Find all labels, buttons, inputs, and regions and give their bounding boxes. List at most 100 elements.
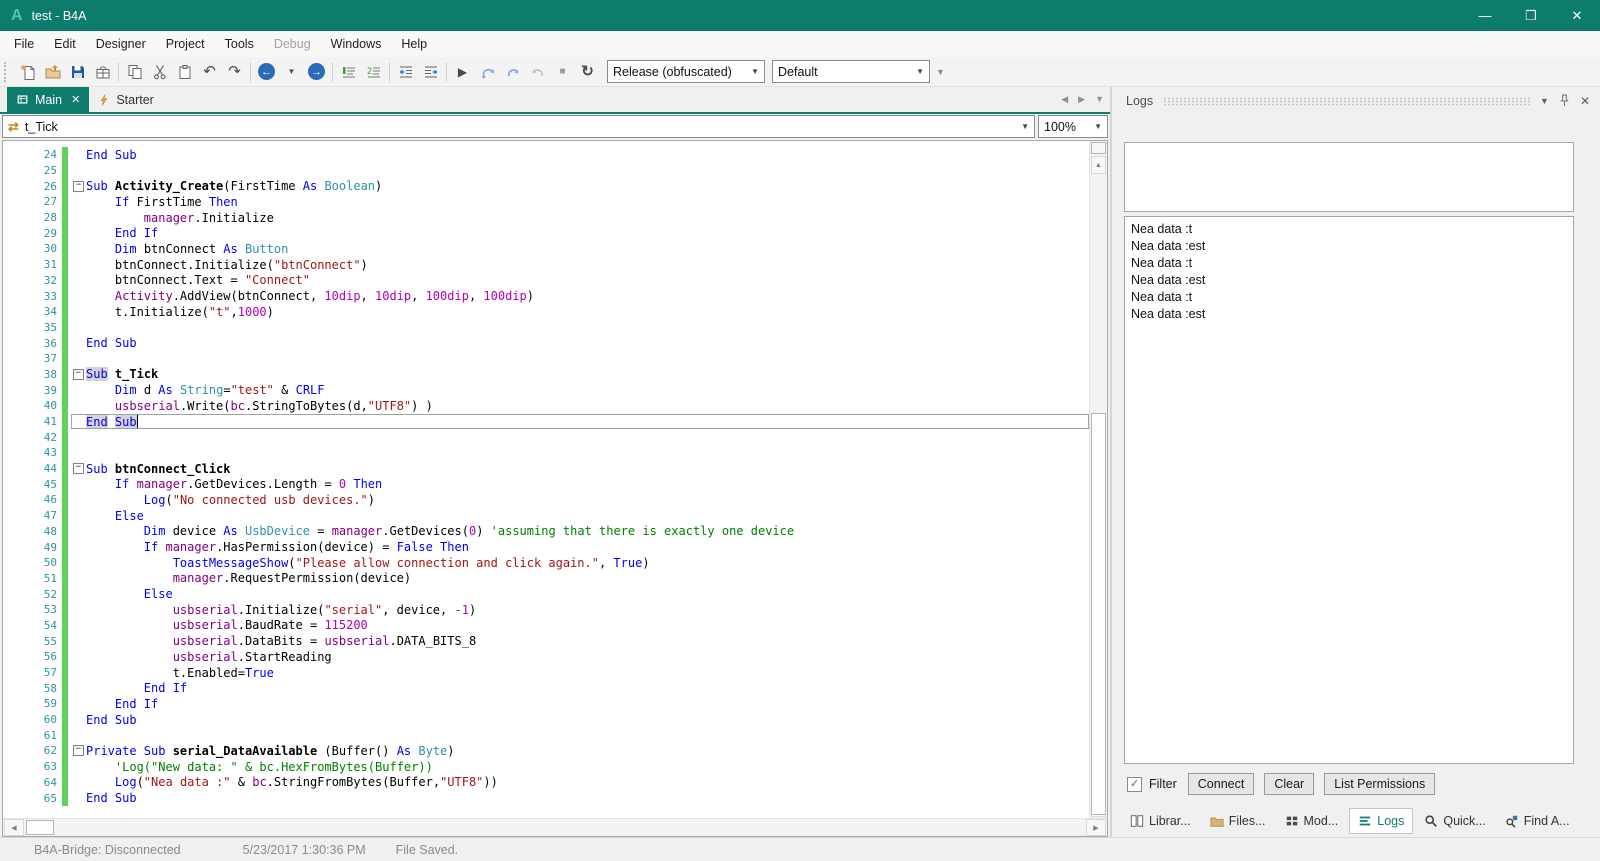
code-line[interactable]: 24End Sub <box>3 147 1089 163</box>
scroll-right-icon[interactable]: ▶ <box>1086 819 1106 836</box>
zoom-combo[interactable]: 100% ▼ <box>1038 115 1108 138</box>
cut-icon[interactable] <box>147 60 172 84</box>
tab-list-icon[interactable]: ▼ <box>1095 94 1104 105</box>
clear-button[interactable]: Clear <box>1264 773 1314 795</box>
indent-icon[interactable] <box>418 60 443 84</box>
code-line[interactable]: 26−Sub Activity_Create(FirstTime As Bool… <box>3 178 1089 194</box>
code-line[interactable]: 55 usbserial.DataBits = usbserial.DATA_B… <box>3 633 1089 649</box>
code-line[interactable]: 46 Log("No connected usb devices.") <box>3 492 1089 508</box>
code-line[interactable]: 25 <box>3 163 1089 179</box>
editor-vertical-scrollbar[interactable]: ▲ ▼ <box>1089 141 1107 818</box>
fold-collapse-icon[interactable]: − <box>73 181 84 192</box>
close-button[interactable]: ✕ <box>1554 0 1600 31</box>
step-over-icon[interactable] <box>525 60 550 84</box>
restore-button[interactable]: ❐ <box>1508 0 1554 31</box>
editor-horizontal-scrollbar[interactable]: ◀ ▶ <box>3 818 1107 836</box>
tab-starter[interactable]: Starter <box>89 87 163 112</box>
code-line[interactable]: 29 End If <box>3 225 1089 241</box>
redo-icon[interactable]: ↷ <box>222 60 247 84</box>
panel-tab-find-all[interactable]: Find A... <box>1497 809 1578 833</box>
code-line[interactable]: 27 If FirstTime Then <box>3 194 1089 210</box>
resume-icon[interactable] <box>475 60 500 84</box>
menu-tools[interactable]: Tools <box>215 33 264 55</box>
menu-edit[interactable]: Edit <box>44 33 86 55</box>
code-line[interactable]: 33 Activity.AddView(btnConnect, 10dip, 1… <box>3 288 1089 304</box>
rebuild-icon[interactable]: ↻ <box>575 60 600 84</box>
code-line[interactable]: 49 If manager.HasPermission(device) = Fa… <box>3 539 1089 555</box>
step-into-icon[interactable] <box>500 60 525 84</box>
code-line[interactable]: 60End Sub <box>3 712 1089 728</box>
navigate-back-icon[interactable]: ← <box>254 60 279 84</box>
menu-project[interactable]: Project <box>156 33 215 55</box>
vertical-scroll-thumb[interactable] <box>1091 413 1106 815</box>
minimize-button[interactable]: — <box>1462 0 1508 31</box>
paste-icon[interactable] <box>172 60 197 84</box>
pin-icon[interactable] <box>1559 94 1570 107</box>
code-line[interactable]: 44−Sub btnConnect_Click <box>3 461 1089 477</box>
package-icon[interactable] <box>90 60 115 84</box>
back-history-caret[interactable]: ▼ <box>279 60 304 84</box>
code-line[interactable]: 48 Dim device As UsbDevice = manager.Get… <box>3 524 1089 540</box>
code-line[interactable]: 40 usbserial.Write(bc.StringToBytes(d,"U… <box>3 398 1089 414</box>
code-line[interactable]: 28 manager.Initialize <box>3 210 1089 226</box>
code-line[interactable]: 50 ToastMessageShow("Please allow connec… <box>3 555 1089 571</box>
menu-help[interactable]: Help <box>391 33 437 55</box>
horizontal-scroll-thumb[interactable] <box>26 820 54 835</box>
tab-scroll-right-icon[interactable]: ▶ <box>1078 94 1085 105</box>
code-line[interactable]: 35 <box>3 320 1089 336</box>
panel-drag-grip[interactable] <box>1163 97 1530 106</box>
navigate-forward-icon[interactable]: → <box>304 60 329 84</box>
scroll-up-icon[interactable]: ▲ <box>1091 156 1106 174</box>
code-line[interactable]: 58 End If <box>3 680 1089 696</box>
code-line[interactable]: 47 Else <box>3 508 1089 524</box>
code-line[interactable]: 45 If manager.GetDevices.Length = 0 Then <box>3 476 1089 492</box>
code-line[interactable]: 61 <box>3 727 1089 743</box>
code-line[interactable]: 59 End If <box>3 696 1089 712</box>
code-line[interactable]: 39 Dim d As String="test" & CRLF <box>3 382 1089 398</box>
code-line[interactable]: 36End Sub <box>3 335 1089 351</box>
code-line[interactable]: 30 Dim btnConnect As Button <box>3 241 1089 257</box>
panel-tab-modules[interactable]: Mod... <box>1277 809 1347 833</box>
stop-icon[interactable]: ■ <box>550 60 575 84</box>
close-panel-icon[interactable]: ✕ <box>1580 94 1590 108</box>
run-icon[interactable]: ▶ <box>450 60 475 84</box>
outdent-icon[interactable] <box>393 60 418 84</box>
code-line[interactable]: 63 'Log("New data: " & bc.HexFromBytes(B… <box>3 759 1089 775</box>
code-line[interactable]: 42 <box>3 429 1089 445</box>
new-project-icon[interactable] <box>15 60 40 84</box>
log-filter-box[interactable] <box>1124 142 1574 212</box>
sub-navigator-combo[interactable]: ⇄ t_Tick ▼ <box>2 115 1035 138</box>
panel-tab-libraries[interactable]: Librar... <box>1122 809 1199 833</box>
close-icon[interactable]: ✕ <box>71 93 80 106</box>
code-line[interactable]: 43 <box>3 445 1089 461</box>
fold-collapse-icon[interactable]: − <box>73 745 84 756</box>
filter-checkbox[interactable]: ✓ <box>1127 777 1142 792</box>
build-configuration-combo[interactable]: Release (obfuscated) ▼ <box>607 60 765 83</box>
uncomment-icon[interactable]: 2 <box>361 60 386 84</box>
code-line[interactable]: 54 usbserial.BaudRate = 115200 <box>3 618 1089 634</box>
code-line[interactable]: 52 Else <box>3 586 1089 602</box>
code-line[interactable]: 32 btnConnect.Text = "Connect" <box>3 273 1089 289</box>
code-line[interactable]: 51 manager.RequestPermission(device) <box>3 571 1089 587</box>
copy-icon[interactable] <box>122 60 147 84</box>
fold-collapse-icon[interactable]: − <box>73 369 84 380</box>
comment-icon[interactable] <box>336 60 361 84</box>
tab-main[interactable]: Main ✕ <box>7 87 89 112</box>
undo-icon[interactable]: ↶ <box>197 60 222 84</box>
menu-designer[interactable]: Designer <box>86 33 156 55</box>
log-output-box[interactable]: Nea data :tNea data :estNea data :tNea d… <box>1124 216 1574 764</box>
code-line[interactable]: 57 t.Enabled=True <box>3 665 1089 681</box>
list-permissions-button[interactable]: List Permissions <box>1324 773 1435 795</box>
code-line[interactable]: 64 Log("Nea data :" & bc.StringFromBytes… <box>3 775 1089 791</box>
panel-tab-files[interactable]: Files... <box>1202 809 1274 833</box>
code-line[interactable]: 65End Sub <box>3 790 1089 806</box>
splitter-grip[interactable] <box>1091 142 1106 154</box>
save-icon[interactable] <box>65 60 90 84</box>
scroll-left-icon[interactable]: ◀ <box>4 819 24 836</box>
code-line[interactable]: 62−Private Sub serial_DataAvailable (Buf… <box>3 743 1089 759</box>
code-line[interactable]: 38−Sub t_Tick <box>3 367 1089 383</box>
connect-button[interactable]: Connect <box>1188 773 1255 795</box>
code-line[interactable]: 37 <box>3 351 1089 367</box>
tab-scroll-left-icon[interactable]: ◀ <box>1061 94 1068 105</box>
fold-collapse-icon[interactable]: − <box>73 463 84 474</box>
